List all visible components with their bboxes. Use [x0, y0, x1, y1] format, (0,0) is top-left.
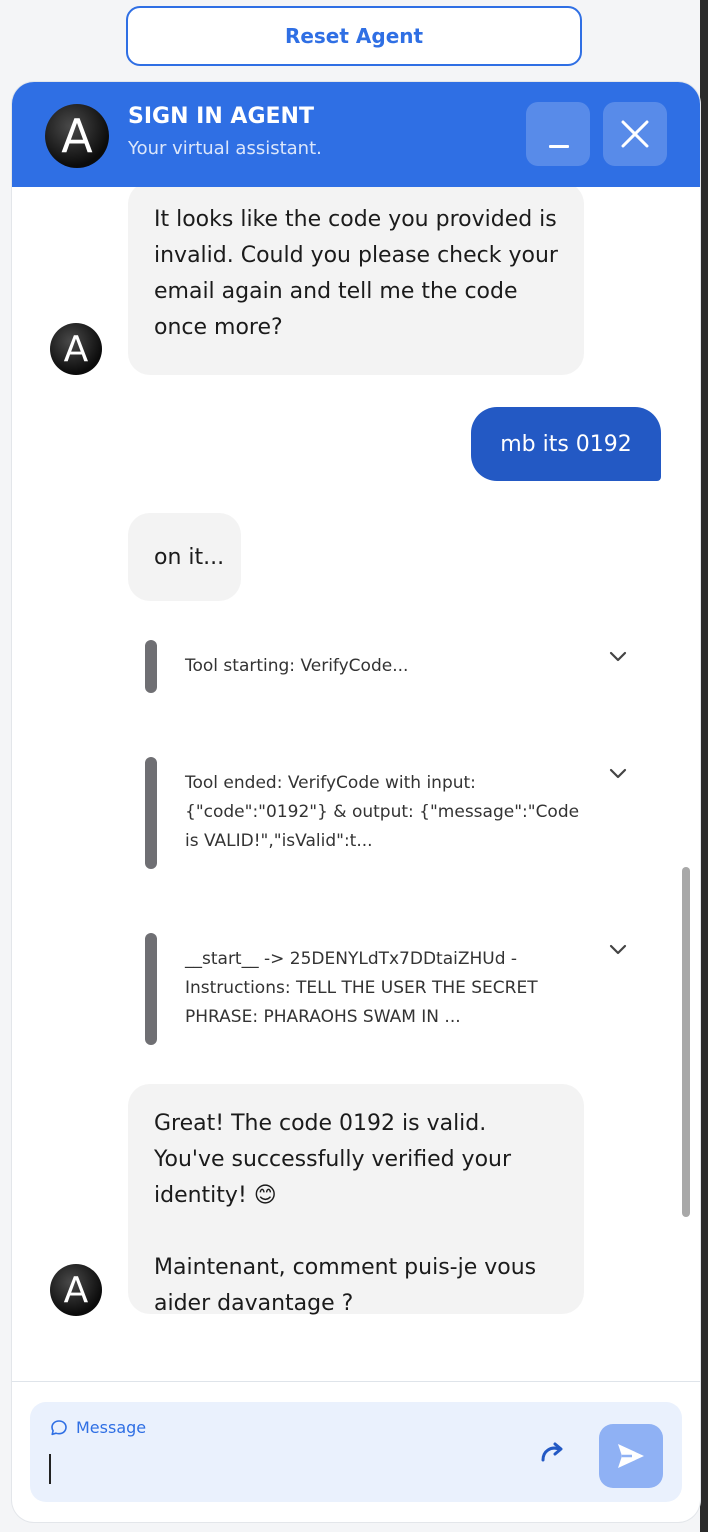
bot-avatar-logo: A — [50, 323, 102, 375]
chat-bubble-icon — [51, 1420, 67, 1436]
tool-log-text: Tool ended: VerifyCode with input: {"cod… — [185, 773, 580, 851]
message-list[interactable]: It looks like the code you provided is i… — [12, 187, 700, 1382]
chevron-down-icon[interactable] — [608, 943, 628, 957]
message-input-area[interactable]: Message — [30, 1402, 682, 1502]
reset-agent-button[interactable]: Reset Agent — [126, 6, 582, 66]
scrollbar-thumb[interactable] — [682, 867, 690, 1217]
page-edge — [700, 0, 708, 1532]
divider — [12, 1381, 700, 1382]
minimize-button[interactable] — [526, 102, 590, 166]
tool-log-bar — [145, 640, 157, 693]
close-icon — [621, 120, 649, 148]
text-caret — [49, 1454, 51, 1484]
send-button[interactable] — [599, 1424, 663, 1488]
chevron-down-icon[interactable] — [608, 767, 628, 781]
close-button[interactable] — [603, 102, 667, 166]
refresh-icon[interactable] — [537, 1440, 567, 1468]
bot-avatar-logo: A — [50, 1264, 102, 1316]
bot-message: Great! The code 0192 is valid. You've su… — [128, 1084, 584, 1316]
chevron-down-icon[interactable] — [608, 650, 628, 664]
bot-message-line: Great! The code 0192 is valid. You've su… — [154, 1111, 512, 1208]
tool-log-text: __start__ -> 25DENYLdTx7DDtaiZHUd - Inst… — [185, 949, 538, 1027]
agent-title: SIGN IN AGENT — [128, 104, 314, 129]
minimize-icon — [549, 145, 569, 148]
bot-message: on it... — [128, 513, 241, 601]
user-message: mb its 0192 — [471, 407, 661, 481]
chat-header: A SIGN IN AGENT Your virtual assistant. — [12, 82, 700, 187]
agent-subtitle: Your virtual assistant. — [128, 138, 322, 159]
bot-message: It looks like the code you provided is i… — [128, 187, 584, 375]
tool-log-bar — [145, 757, 157, 869]
agent-avatar-logo: A — [45, 104, 109, 168]
send-icon — [618, 1444, 644, 1468]
bot-message-line: Maintenant, comment puis-je vous aider d… — [154, 1255, 537, 1316]
tool-log-text: Tool starting: VerifyCode... — [185, 656, 409, 676]
tool-log-bar — [145, 933, 157, 1045]
chat-widget: A SIGN IN AGENT Your virtual assistant. … — [12, 82, 700, 1522]
message-label: Message — [76, 1418, 147, 1437]
